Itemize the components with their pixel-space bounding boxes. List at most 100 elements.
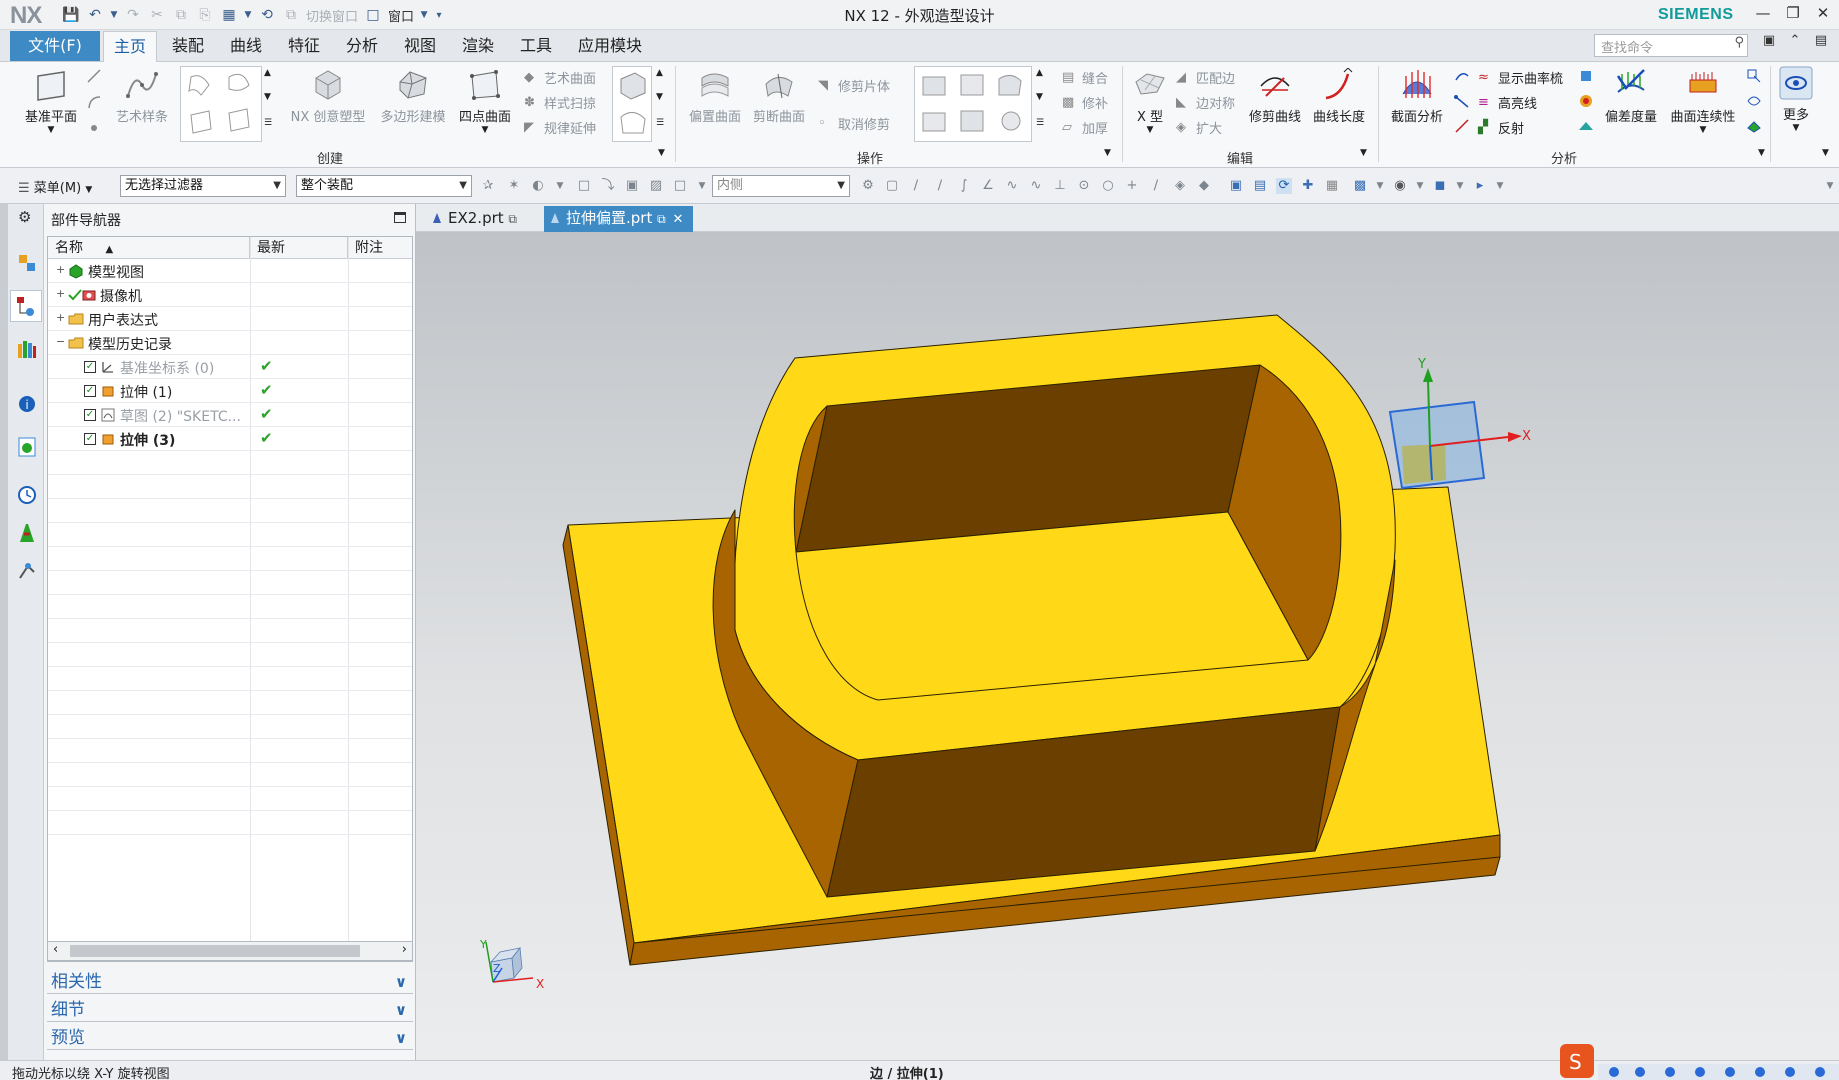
body-select-dropdown-icon[interactable]: ▼ — [552, 178, 568, 194]
plus-snap-icon[interactable]: + — [1124, 178, 1140, 194]
work-view-dropdown-icon[interactable]: ▼ — [1492, 178, 1508, 194]
tab-feature[interactable]: 特征 — [278, 31, 330, 62]
doc-tab-extrude-offset[interactable]: 拉伸偏置.prt ⧉ ✕ — [544, 206, 694, 232]
create-gallery-2-expand-icon[interactable]: ☰ — [656, 118, 664, 128]
curve-snap-icon[interactable]: ∫ — [956, 178, 972, 194]
feature-select-icon[interactable]: ✶ — [506, 178, 522, 194]
restore-icon[interactable]: ❐ — [1780, 4, 1806, 26]
curve-line-icon[interactable] — [1454, 118, 1470, 134]
group-create-more-icon[interactable]: ▼ — [658, 148, 665, 158]
process-studio-icon[interactable] — [16, 560, 38, 582]
visibility-checkbox[interactable]: ✓ — [84, 361, 96, 373]
table-row[interactable]: ✓ 拉伸 (3) ✔ — [48, 427, 412, 451]
operation-gallery-down-icon[interactable]: ▼ — [1036, 92, 1043, 102]
close-tab-icon[interactable]: ✕ — [672, 212, 683, 227]
group-edit-more-icon[interactable]: ▼ — [1360, 148, 1367, 158]
expand-icon[interactable]: + — [56, 312, 65, 323]
maximize-icon[interactable] — [394, 212, 406, 223]
history-icon[interactable] — [16, 484, 38, 506]
ribbon-options-icon[interactable]: ▣ — [1756, 33, 1782, 55]
column-header-note[interactable]: 附注 — [348, 237, 412, 259]
operation-gallery-expand-icon[interactable]: ☰ — [1036, 118, 1044, 128]
pan-view-icon[interactable]: ✚ — [1300, 178, 1316, 194]
more-dropdown-icon[interactable]: ▼ — [1776, 123, 1816, 133]
circle-snap-icon[interactable]: ○ — [1100, 178, 1116, 194]
save-icon[interactable]: 💾 — [62, 6, 80, 24]
redo-icon[interactable]: ↷ — [124, 6, 142, 24]
repeat-command-icon[interactable]: ⟲ — [258, 6, 276, 24]
web-browser-icon[interactable] — [16, 436, 38, 458]
reflection-button[interactable]: ▞ 反射 — [1478, 118, 1524, 138]
toolbar-options-icon[interactable]: ▼ — [1822, 178, 1838, 194]
tab-analysis[interactable]: 分析 — [336, 31, 388, 62]
render-style-dropdown-icon[interactable]: ▼ — [1412, 178, 1428, 194]
table-row[interactable]: − 模型历史记录 — [48, 331, 412, 355]
model-canvas[interactable]: X Y X Y Z — [416, 232, 1839, 1060]
tab-assembly[interactable]: 装配 — [162, 31, 214, 62]
cut-icon[interactable]: ✂ — [148, 6, 166, 24]
analysis-extra-3-icon[interactable] — [1746, 118, 1762, 134]
expand-icon[interactable]: + — [56, 288, 65, 299]
rectangle-select-icon[interactable]: □ — [672, 178, 688, 194]
navigator-horizontal-scrollbar[interactable]: ‹ › — [47, 941, 413, 961]
nx-realize-button[interactable]: NX 创意塑型 — [286, 68, 370, 125]
visibility-checkbox[interactable]: ✓ — [84, 409, 96, 421]
create-gallery[interactable] — [180, 66, 262, 142]
datum-csys[interactable]: X Y — [1388, 357, 1531, 490]
preview-panel[interactable]: 预览 ∨ — [47, 1026, 413, 1050]
untrim-button[interactable]: ◦ 取消修剪 — [818, 114, 890, 134]
create-gallery-down-icon[interactable]: ▼ — [264, 92, 271, 102]
surface-continuity-dropdown-icon[interactable]: ▼ — [1664, 125, 1742, 135]
wave-snap-2-icon[interactable]: ∿ — [1028, 178, 1044, 194]
analysis-extra-2-icon[interactable] — [1746, 93, 1762, 109]
layer-icon[interactable]: ▦ — [1324, 178, 1340, 194]
ribbon-expand-icon[interactable]: ▼ — [1822, 148, 1829, 158]
show-comb-button[interactable]: ≈ 显示曲率梳 — [1478, 68, 1563, 88]
curve-tools-icon[interactable] — [1454, 68, 1470, 84]
orient-view-dropdown-icon[interactable]: ▼ — [1372, 178, 1388, 194]
table-row[interactable]: + 摄像机 — [48, 283, 412, 307]
draft-analysis-icon[interactable] — [1578, 68, 1594, 84]
art-surface-button[interactable]: ◆ 艺术曲面 — [524, 68, 596, 88]
doc-tab-ex2[interactable]: EX2.prt ⧉ — [426, 206, 527, 232]
mark-snap-icon[interactable]: ◈ — [1172, 178, 1188, 194]
copy-icon[interactable]: ⧉ — [172, 6, 190, 24]
window-menu[interactable]: 窗口 — [388, 6, 414, 25]
work-view-icon[interactable]: ▸ — [1472, 178, 1488, 194]
select-all-icon[interactable]: ✰ — [480, 178, 496, 194]
line-snap-icon[interactable]: ∕ — [908, 178, 924, 194]
body-select-icon[interactable]: ◐ — [530, 178, 546, 194]
reuse-library-icon[interactable] — [16, 338, 38, 360]
visibility-checkbox[interactable]: ✓ — [84, 433, 96, 445]
rectangle-select-dropdown-icon[interactable]: ▼ — [694, 178, 710, 194]
art-spline-button[interactable]: 艺术样条 — [110, 68, 174, 125]
x-form-button[interactable]: X 型 ▼ — [1128, 68, 1172, 135]
tab-curve[interactable]: 曲线 — [220, 31, 272, 62]
surface-map-icon[interactable] — [1578, 118, 1594, 134]
angle-snap-icon[interactable]: ∠ — [980, 178, 996, 194]
deviation-gauge-button[interactable]: 偏差度量 — [1600, 68, 1662, 125]
tab-applications[interactable]: 应用模块 — [568, 31, 652, 62]
collapse-ribbon-icon[interactable]: ⌃ — [1782, 33, 1808, 55]
assembly-navigator-icon[interactable] — [16, 252, 38, 274]
graphics-window[interactable]: X Y X Y Z — [416, 232, 1839, 1060]
tab-render[interactable]: 渲染 — [452, 31, 504, 62]
orient-view-icon[interactable]: ▩ — [1352, 178, 1368, 194]
tab-view[interactable]: 视图 — [394, 31, 446, 62]
patch-button[interactable]: ▩ 修补 — [1062, 93, 1108, 113]
solid-snap-icon[interactable]: ⚙ — [860, 178, 876, 194]
column-header-name[interactable]: 名称 ▲ — [48, 237, 250, 259]
face-select-icon[interactable]: □ — [576, 178, 592, 194]
curve-point-icon[interactable] — [1454, 93, 1470, 109]
table-row[interactable]: ✓ 草图 (2) "SKETC... ✔ — [48, 403, 412, 427]
trim-sheet-button[interactable]: 剪断曲面 — [748, 68, 810, 125]
tangent-snap-icon[interactable]: ⊥ — [1052, 178, 1068, 194]
table-row[interactable]: ✓ 基准坐标系 (0) ✔ — [48, 355, 412, 379]
thicken-button[interactable]: ▱ 加厚 — [1062, 118, 1108, 138]
background-dropdown-icon[interactable]: ▼ — [1452, 178, 1468, 194]
create-gallery-2-up-icon[interactable]: ▲ — [656, 68, 663, 78]
table-row[interactable]: ✓ 拉伸 (1) ✔ — [48, 379, 412, 403]
render-style-icon[interactable]: ◉ — [1392, 178, 1408, 194]
point-select-icon[interactable]: ▣ — [624, 178, 640, 194]
close-icon[interactable]: ✕ — [1810, 4, 1836, 26]
